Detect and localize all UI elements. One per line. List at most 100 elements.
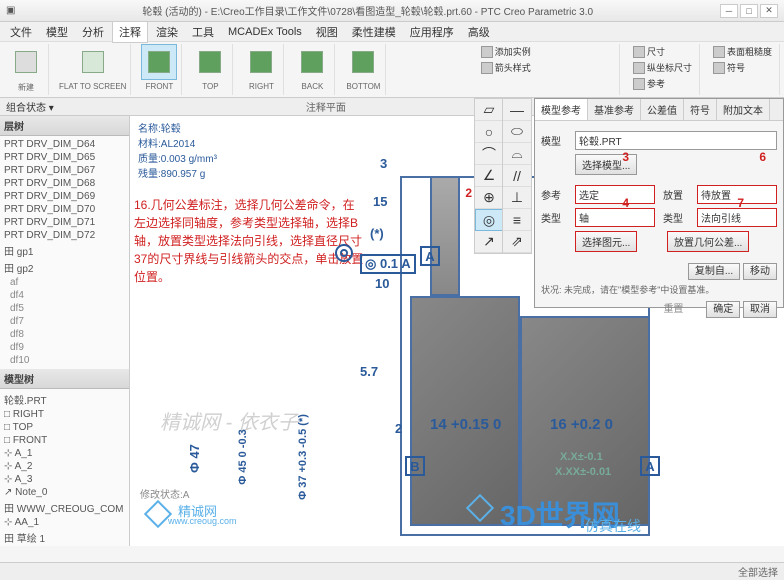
close-button[interactable]: ✕ <box>760 4 778 18</box>
straightness-icon[interactable]: — <box>503 99 531 121</box>
parallel-icon[interactable]: // <box>503 165 531 187</box>
dim-2: 2 <box>395 421 402 436</box>
maximize-button[interactable]: □ <box>740 4 758 18</box>
callout-7: 7 <box>737 196 744 210</box>
menu-file[interactable]: 文件 <box>4 22 38 42</box>
ribbon-roughness[interactable]: 表面粗糙度 <box>710 44 775 59</box>
profile-surf-icon[interactable]: ⌓ <box>503 143 531 165</box>
tab-model-ref[interactable]: 模型参考 <box>535 99 588 120</box>
profile-line-icon[interactable]: ⌒ <box>475 143 503 165</box>
part-info: 名称:轮毂材料:AL2014质量:0.003 g/mm³残量:890.957 g <box>138 120 217 180</box>
tab-text[interactable]: 附加文本 <box>717 99 770 120</box>
cylindricity-icon[interactable]: ⬭ <box>503 121 531 143</box>
menu-apps[interactable]: 应用程序 <box>404 22 460 42</box>
tree-item[interactable]: PRT DRV_DIM_D65 <box>2 151 127 164</box>
tab-symbol[interactable]: 符号 <box>684 99 717 120</box>
tab-datum-ref[interactable]: 基准参考 <box>588 99 641 120</box>
tree-item[interactable]: PRT DRV_DIM_D70 <box>2 203 127 216</box>
gtol-frame: ◎ 0.1 A <box>360 254 416 274</box>
place-type-field[interactable]: 法向引线 <box>697 208 777 227</box>
tree-item[interactable]: □ RIGHT <box>2 408 127 421</box>
tree-item[interactable]: 田 WWW_CREOUG_COM <box>2 499 127 516</box>
total-runout-icon[interactable]: ⇗ <box>503 231 531 253</box>
callout-2: 2 <box>465 186 472 200</box>
tree-item[interactable]: ⊹ AA_1 <box>2 516 127 529</box>
tree-item[interactable]: 轮毂.PRT <box>2 391 127 408</box>
concentricity-icon <box>335 244 353 262</box>
tree-item[interactable]: ⊹ A_2 <box>2 460 127 473</box>
tree-item[interactable]: ↗ Note_0 <box>2 486 127 499</box>
callout-4: 4 <box>622 196 629 210</box>
ribbon-symbol[interactable]: 符号 <box>710 60 775 75</box>
runout-icon[interactable]: ↗ <box>475 231 503 253</box>
tree-item[interactable]: □ TOP <box>2 421 127 434</box>
symmetry-icon[interactable]: ≡ <box>503 209 531 231</box>
menu-tools[interactable]: 工具 <box>186 22 220 42</box>
minimize-button[interactable]: ─ <box>720 4 738 18</box>
cancel-button[interactable]: 取消 <box>743 301 777 318</box>
app-icon: ▣ <box>6 5 15 16</box>
position-icon[interactable]: ⊕ <box>475 187 503 209</box>
ok-button[interactable]: 确定 <box>706 301 740 318</box>
copy-button[interactable]: 复制自... <box>688 263 740 280</box>
tree-item[interactable]: 田 gp2 <box>2 259 127 276</box>
top-button[interactable] <box>192 44 228 80</box>
menu-mcadex[interactable]: MCADEx Tools <box>222 24 308 40</box>
dim-star: (*) <box>370 226 384 241</box>
menu-flex[interactable]: 柔性建模 <box>346 22 402 42</box>
angularity-icon[interactable]: ∠ <box>475 165 503 187</box>
perpendicular-icon[interactable]: ⊥ <box>503 187 531 209</box>
flat-screen-button[interactable] <box>75 44 111 80</box>
ref-type-field[interactable]: 轴 <box>575 208 655 227</box>
right-button[interactable] <box>243 44 279 80</box>
ribbon-ordinate[interactable]: 纵坐标尺寸 <box>630 60 695 75</box>
tree-item[interactable]: PRT DRV_DIM_D67 <box>2 164 127 177</box>
tree-item[interactable]: ⊹ A_1 <box>2 447 127 460</box>
reset-link[interactable]: 重置 <box>663 304 683 315</box>
layer-tree-header: 层树 <box>0 116 129 136</box>
tree-item[interactable]: PRT DRV_DIM_D68 <box>2 177 127 190</box>
menu-annotate[interactable]: 注释 <box>112 21 148 43</box>
selection-filter[interactable]: 全部选择 <box>738 564 778 579</box>
watermark-sim: 仿真在线 <box>585 516 641 536</box>
model-tree[interactable]: 轮毂.PRT □ RIGHT □ TOP □ FRONT ⊹ A_1 ⊹ A_2… <box>0 389 129 546</box>
title-bar: ▣ 轮毂 (活动的) - E:\Creo工作目录\工作文件\0728\看图造型_… <box>0 0 784 22</box>
dim-47: Φ 47 <box>187 444 202 473</box>
place-geo-button[interactable]: 放置几何公差... <box>667 231 749 252</box>
back-button[interactable] <box>294 44 330 80</box>
layer-tree[interactable]: PRT DRV_DIM_D64 PRT DRV_DIM_D65 PRT DRV_… <box>0 136 129 369</box>
move-button[interactable]: 移动 <box>743 263 777 280</box>
gtol-dialog: 模型参考 基准参考 公差值 符号 附加文本 模型 轮毂.PRT 选择模型... … <box>534 98 784 308</box>
concentricity-icon[interactable]: ◎ <box>475 209 503 231</box>
ribbon-reference[interactable]: 参考 <box>630 76 695 91</box>
tree-item[interactable]: 田 gp1 <box>2 242 127 259</box>
tree-item[interactable]: PRT DRV_DIM_D69 <box>2 190 127 203</box>
tab-tol-value[interactable]: 公差值 <box>641 99 684 120</box>
tree-item[interactable]: PRT DRV_DIM_D72 <box>2 229 127 242</box>
front-button[interactable] <box>141 44 177 80</box>
menu-view[interactable]: 视图 <box>310 22 344 42</box>
menu-model[interactable]: 模型 <box>40 22 74 42</box>
dim-37: Φ 37 +0.3 -0.5 (*) <box>297 414 309 500</box>
ribbon-dimension[interactable]: 尺寸 <box>630 44 695 59</box>
combo-state[interactable]: 组合状态 ▾ <box>6 99 54 114</box>
menu-render[interactable]: 渲染 <box>150 22 184 42</box>
flatness-icon[interactable]: ▱ <box>475 99 503 121</box>
tree-item[interactable]: 田 草绘 1 <box>2 529 127 546</box>
tree-item[interactable]: ⊹ A_3 <box>2 473 127 486</box>
wm-url: www.creoug.com <box>168 516 237 526</box>
status-text: 状况: 未完成，请在"模型参考"中设置基准。 <box>541 283 777 296</box>
circularity-icon[interactable]: ○ <box>475 121 503 143</box>
bottom-button[interactable] <box>345 44 381 80</box>
new-button[interactable] <box>8 44 44 80</box>
menu-advanced[interactable]: 高级 <box>462 22 496 42</box>
ribbon-arrow-style[interactable]: 箭头样式 <box>478 60 534 75</box>
select-ref-button[interactable]: 选择图元... <box>575 231 637 252</box>
tree-item[interactable]: PRT DRV_DIM_D71 <box>2 216 127 229</box>
menu-analysis[interactable]: 分析 <box>76 22 110 42</box>
ribbon-add-instance[interactable]: 添加实例 <box>478 44 534 59</box>
tree-item[interactable]: □ FRONT <box>2 434 127 447</box>
ref-field[interactable]: 选定 <box>575 185 655 204</box>
tree-item[interactable]: PRT DRV_DIM_D64 <box>2 138 127 151</box>
model-field[interactable]: 轮毂.PRT <box>575 131 777 150</box>
